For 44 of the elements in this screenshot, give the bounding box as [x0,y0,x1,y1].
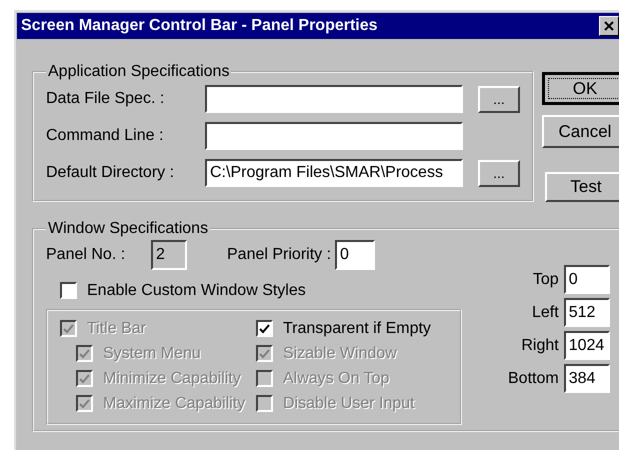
checkbox-label: Minimize Capability [103,370,241,388]
group-title: Window Specifications [47,220,210,238]
dialog-button[interactable]: Test [545,172,619,202]
checkbox-label: Sizable Window [283,344,397,362]
input-field[interactable] [205,122,463,150]
checkbox-label: Disable User Input [283,394,415,412]
checkbox-label: System Menu [103,344,201,362]
checkbox-label: Title Bar [87,320,146,338]
input-field[interactable]: 384 [564,364,610,393]
input-field[interactable]: 1024 [564,331,610,360]
check-icon [63,324,74,334]
field-label: Data File Spec. : [46,90,166,108]
field-label: Right [521,336,559,354]
checkbox-label: Transparent if Empty [283,320,431,338]
checkbox-label: Always On Top [283,370,390,388]
field-label: Bottom [508,370,559,388]
group-title: Application Specifications [47,63,230,81]
window-title: Screen Manager Control Bar - Panel Properties [21,17,378,35]
dialog-button[interactable]: OK [542,72,619,105]
input-field[interactable]: 0 [564,265,610,294]
input-field[interactable] [205,85,463,113]
field-label: Left [532,304,559,322]
checkbox[interactable] [256,320,273,337]
check-icon [79,398,90,408]
field-label: Default Directory : [46,164,176,182]
browse-button[interactable]: ... [478,160,520,186]
check-icon [79,374,90,384]
dialog-button[interactable]: Cancel [542,115,619,148]
browse-button[interactable]: ... [478,86,520,112]
field-label: Top [532,270,559,288]
input-field[interactable]: 0 [335,240,376,270]
input-field[interactable]: C:\Program Files\SMAR\Process [205,159,463,187]
field-label: Command Line : [46,127,164,145]
checkbox-label: Enable Custom Window Styles [87,282,306,300]
field-label: Panel No. : [46,246,126,264]
check-icon [79,348,90,358]
close-icon [604,21,614,31]
check-icon [259,324,270,334]
input-field[interactable]: 512 [564,298,610,327]
check-icon [259,348,270,358]
close-button[interactable] [599,16,619,36]
field-label: Panel Priority : [227,246,332,264]
checkbox[interactable] [60,282,77,299]
checkbox-label: Maximize Capability [103,394,246,412]
